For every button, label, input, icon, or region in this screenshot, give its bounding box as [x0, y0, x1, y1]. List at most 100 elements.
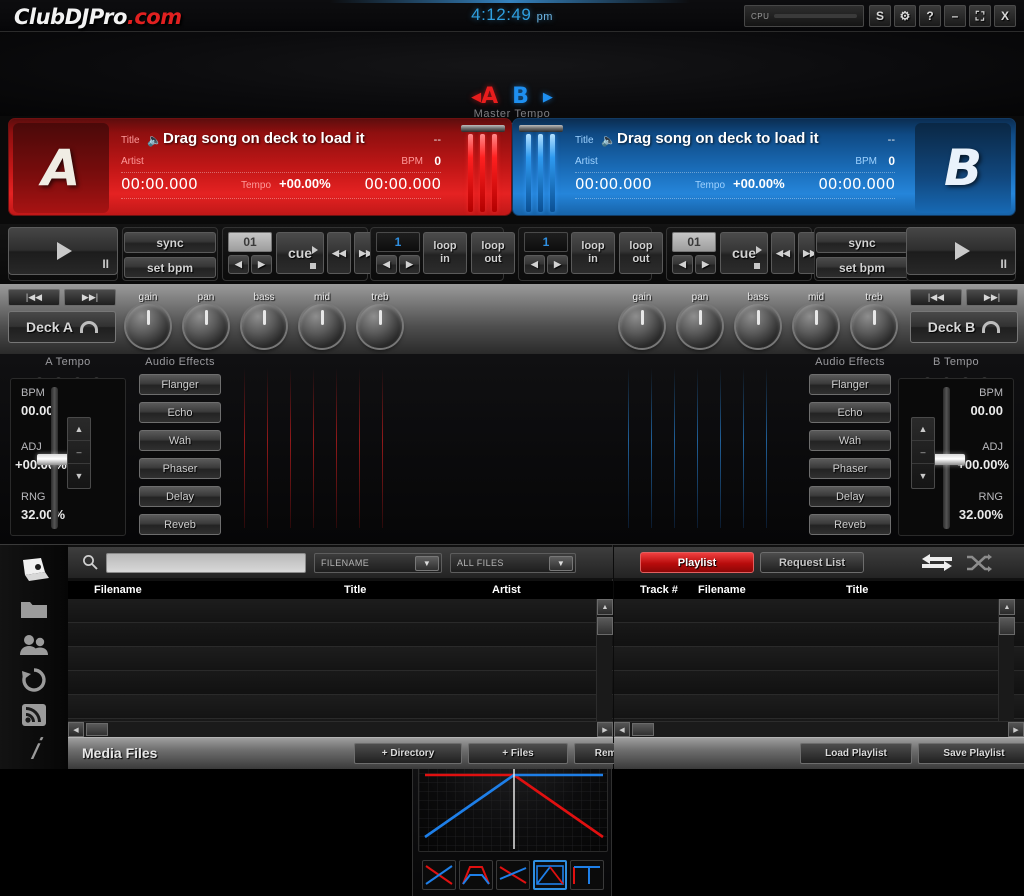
deck-b-loop-prev-button[interactable]: ◀: [524, 255, 545, 274]
deck-a-rewind-button[interactable]: ◀◀: [327, 232, 351, 274]
crossfade-preset-cut[interactable]: [570, 860, 604, 890]
scroll-right-arrow-icon[interactable]: ▶: [597, 722, 613, 737]
deck-a-pan-knob[interactable]: [184, 304, 228, 348]
column-header-title[interactable]: Title: [344, 584, 366, 596]
deck-b-cue-prev-button[interactable]: ◀: [672, 255, 693, 274]
deck-a-treb-knob[interactable]: [358, 304, 402, 348]
tab-request-list[interactable]: Request List: [760, 552, 864, 573]
deck-a-next-track-button[interactable]: ▶▶|: [64, 289, 116, 306]
deck-b-gain-knob-unit[interactable]: gain: [614, 292, 670, 348]
deck-a-mid-knob[interactable]: [300, 304, 344, 348]
deck-b-cue-next-button[interactable]: ▶: [695, 255, 716, 274]
deck-b-bass-knob[interactable]: [736, 304, 780, 348]
playlist-horizontal-scrollbar[interactable]: ◀ ▶: [614, 721, 1024, 737]
effect-b-flanger-button[interactable]: Flanger: [809, 374, 891, 395]
tempo-a-step-up-button[interactable]: ▲: [68, 418, 90, 441]
scroll-thumb[interactable]: [597, 617, 613, 635]
effect-a-wah-button[interactable]: Wah: [139, 430, 221, 451]
deck-b-sync-button[interactable]: sync: [816, 232, 908, 253]
master-b-button[interactable]: B: [512, 84, 529, 109]
deck-b-bass-knob-unit[interactable]: bass: [730, 292, 786, 348]
sidebar-item-rss[interactable]: [14, 698, 54, 732]
deck-b-cue-number[interactable]: 01: [672, 232, 716, 252]
tempo-b-step-down-button[interactable]: ▼: [912, 464, 934, 487]
crossfade-preset-fast-cut[interactable]: [533, 860, 567, 890]
deck-b-play-button[interactable]: II: [906, 227, 1016, 275]
effect-b-phaser-button[interactable]: Phaser: [809, 458, 891, 479]
add-files-button[interactable]: + Files: [468, 743, 568, 764]
deck-b-loop-out-button[interactable]: loop out: [619, 232, 663, 274]
scroll-thumb[interactable]: [632, 723, 654, 736]
crossfade-preset-v-curve[interactable]: [459, 860, 493, 890]
table-row[interactable]: [68, 599, 613, 623]
table-row[interactable]: [68, 671, 613, 695]
close-button[interactable]: X: [994, 5, 1016, 27]
table-row[interactable]: [68, 623, 613, 647]
effect-a-echo-button[interactable]: Echo: [139, 402, 221, 423]
help-button[interactable]: ?: [919, 5, 941, 27]
deck-a-display[interactable]: A Title 🔈 Drag song on deck to load it -…: [8, 118, 512, 216]
deck-a-loop-number[interactable]: 1: [376, 232, 420, 252]
sidebar-item-history[interactable]: [14, 663, 54, 697]
tempo-b-step-reset-button[interactable]: –: [912, 441, 934, 464]
deck-b-loop-next-button[interactable]: ▶: [547, 255, 568, 274]
settings-gear-icon[interactable]: ⚙: [894, 5, 916, 27]
crossfade-preset-x-curve[interactable]: [422, 860, 456, 890]
save-playlist-button[interactable]: Save Playlist: [918, 743, 1024, 764]
tempo-b-step-up-button[interactable]: ▲: [912, 418, 934, 441]
deck-a-bass-knob[interactable]: [242, 304, 286, 348]
chevron-down-icon[interactable]: ▼: [415, 556, 439, 571]
deck-a-cue-next-button[interactable]: ▶: [251, 255, 272, 274]
deck-a-treb-knob-unit[interactable]: treb: [352, 292, 408, 348]
sidebar-item-folders[interactable]: [14, 593, 54, 627]
deck-a-sync-button[interactable]: sync: [124, 232, 216, 253]
deck-a-cue-headphone-button[interactable]: Deck A: [8, 311, 116, 343]
deck-b-display[interactable]: B Title 🔈 Drag song on deck to load it -…: [512, 118, 1016, 216]
list-item[interactable]: [614, 695, 1024, 719]
deck-b-next-track-button[interactable]: ▶▶|: [966, 289, 1018, 306]
list-item[interactable]: [614, 671, 1024, 695]
crossfade-preset-slow-fade[interactable]: [496, 860, 530, 890]
browser-horizontal-scrollbar[interactable]: ◀ ▶: [68, 721, 613, 737]
effect-a-phaser-button[interactable]: Phaser: [139, 458, 221, 479]
effect-a-reveb-button[interactable]: Reveb: [139, 514, 221, 535]
column-header-filename[interactable]: Filename: [94, 584, 142, 596]
deck-b-pan-knob[interactable]: [678, 304, 722, 348]
table-row[interactable]: [68, 647, 613, 671]
effect-b-echo-button[interactable]: Echo: [809, 402, 891, 423]
deck-b-cue-headphone-button[interactable]: Deck B: [910, 311, 1018, 343]
deck-a-mid-knob-unit[interactable]: mid: [294, 292, 350, 348]
effect-b-delay-button[interactable]: Delay: [809, 486, 891, 507]
master-a-arrow-icon[interactable]: ◀: [471, 90, 481, 105]
minimize-button[interactable]: –: [944, 5, 966, 27]
deck-a-pan-knob-unit[interactable]: pan: [178, 292, 234, 348]
deck-b-gain-knob[interactable]: [620, 304, 664, 348]
deck-b-loop-number[interactable]: 1: [524, 232, 568, 252]
deck-a-loop-in-button[interactable]: loop in: [423, 232, 467, 274]
deck-a-loop-prev-button[interactable]: ◀: [376, 255, 397, 274]
master-b-arrow-icon[interactable]: ▶: [543, 90, 553, 105]
sidebar-item-users[interactable]: [14, 628, 54, 662]
tempo-a-step-reset-button[interactable]: –: [68, 441, 90, 464]
column-header-title[interactable]: Title: [846, 584, 868, 596]
deck-b-setbpm-button[interactable]: set bpm: [816, 257, 908, 278]
list-item[interactable]: [614, 599, 1024, 623]
effect-a-delay-button[interactable]: Delay: [139, 486, 221, 507]
table-row[interactable]: [68, 695, 613, 719]
deck-b-rewind-button[interactable]: ◀◀: [771, 232, 795, 274]
swap-icon[interactable]: [922, 554, 952, 577]
deck-a-gain-knob-unit[interactable]: gain: [120, 292, 176, 348]
deck-b-pan-knob-unit[interactable]: pan: [672, 292, 728, 348]
deck-a-cue-number[interactable]: 01: [228, 232, 272, 252]
deck-b-prev-track-button[interactable]: |◀◀: [910, 289, 962, 306]
deck-a-prev-track-button[interactable]: |◀◀: [8, 289, 60, 306]
sidebar-item-media-library[interactable]: [14, 553, 54, 587]
deck-b-mid-knob[interactable]: [794, 304, 838, 348]
maximize-button[interactable]: ⛶: [969, 5, 991, 27]
deck-a-loop-next-button[interactable]: ▶: [399, 255, 420, 274]
effect-a-flanger-button[interactable]: Flanger: [139, 374, 221, 395]
shuffle-icon[interactable]: [966, 554, 992, 577]
tempo-a-step-down-button[interactable]: ▼: [68, 464, 90, 487]
scroll-left-arrow-icon[interactable]: ◀: [614, 722, 630, 737]
chevron-down-icon[interactable]: ▼: [549, 556, 573, 571]
